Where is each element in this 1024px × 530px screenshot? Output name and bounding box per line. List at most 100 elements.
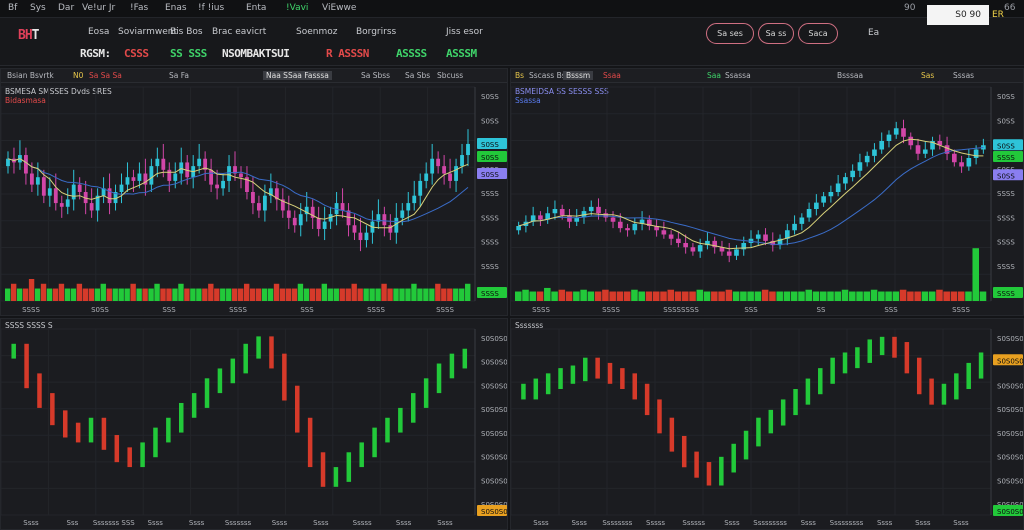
chart-panel-bottom-left[interactable]: SSSS SSSS S S0S0S0 S0S0S0 S0S0S0 S0S0S0 S0S0… bbox=[0, 318, 508, 530]
candle-body bbox=[364, 232, 369, 241]
volume-bar bbox=[812, 291, 820, 301]
time-tick-label: SSSS bbox=[602, 306, 620, 314]
price-bar bbox=[681, 435, 687, 468]
menu-bar: Bf Sys Dar Ve!ur Jr !Fas Enas !f !ius En… bbox=[0, 0, 1024, 18]
volume-bar bbox=[345, 288, 351, 301]
candle-body bbox=[298, 214, 303, 226]
volume-bar bbox=[957, 291, 965, 301]
candle-body bbox=[209, 169, 214, 185]
ticker-0[interactable]: RGSM: bbox=[80, 47, 111, 60]
candle-body bbox=[552, 209, 558, 214]
menu-item-7[interactable]: Enta bbox=[246, 3, 266, 13]
toolbar-tool-2[interactable]: Bis Bos bbox=[170, 27, 203, 37]
toolbar-tool-5[interactable]: Borgrirss bbox=[356, 27, 396, 37]
price-tick-label: SSSS bbox=[481, 239, 499, 247]
ticker-5[interactable]: ASSSS bbox=[396, 47, 427, 60]
volume-bar bbox=[369, 288, 375, 301]
pill-button-2[interactable]: Saca bbox=[798, 23, 838, 44]
price-tick-label: SSSS bbox=[997, 214, 1015, 222]
menu-item-3[interactable]: Ve!ur Jr bbox=[82, 3, 115, 13]
time-tick-label: Sssssssss bbox=[753, 519, 787, 527]
candle-body bbox=[125, 177, 130, 185]
price-input[interactable]: S0 90 bbox=[927, 5, 989, 25]
price-bar bbox=[230, 358, 236, 384]
ticker-1[interactable]: CSSS bbox=[124, 47, 149, 60]
time-tick-label: Ssss bbox=[189, 519, 205, 527]
volume-bar bbox=[261, 288, 268, 301]
price-bar bbox=[620, 368, 625, 389]
volume-bar bbox=[58, 283, 65, 301]
candle-body bbox=[806, 209, 812, 218]
candle-body bbox=[251, 192, 255, 204]
chart-canvas[interactable]: S0SSS0SSSSSSS0SSSSSSSSSSSSSSSSSSSSSSS0SS… bbox=[511, 69, 1024, 316]
price-bar bbox=[916, 357, 922, 395]
ticker-6[interactable]: ASSSM bbox=[446, 47, 477, 60]
ticker-2[interactable]: SS SSS bbox=[170, 47, 207, 60]
chart-canvas[interactable]: S0S0S0 S0S0S0 S0S0S0 S0S0S0 S0S0S0 S0S0S0 S0S0… bbox=[1, 319, 508, 530]
chart-panel-top-right[interactable]: Bs Sscass Bs Bsssm Ssaa Saa Ssassa Bsssa… bbox=[510, 68, 1024, 316]
chart-canvas[interactable]: S0S0S0 S0S0S0 S0S0S0 S0S0S0 S0S0S0 S0S0S0 S0S0… bbox=[511, 319, 1024, 530]
menu-item-4[interactable]: !Fas bbox=[130, 3, 148, 13]
menu-item-5[interactable]: Enas bbox=[165, 3, 187, 13]
price-bar bbox=[295, 385, 300, 433]
volume-bar bbox=[459, 288, 465, 301]
time-tick-label: SSS bbox=[884, 306, 898, 314]
toolbar-tool-0[interactable]: Eosa bbox=[88, 27, 109, 37]
candle-body bbox=[442, 166, 447, 174]
app-logo: BHT bbox=[18, 28, 60, 48]
chart-canvas[interactable]: S0SSS0SSSSSSS0SSSSSSSSSSSSSSSSSSSSSSS0SS… bbox=[1, 69, 508, 316]
candle-body bbox=[603, 213, 609, 218]
volume-bar bbox=[447, 288, 453, 301]
price-tick-label: SSSS bbox=[997, 263, 1015, 271]
volume-bar bbox=[118, 288, 124, 301]
candle-body bbox=[625, 228, 630, 231]
volume-bar bbox=[441, 288, 447, 301]
volume-bar bbox=[790, 291, 798, 301]
toolbar-tool-4[interactable]: Soenmoz bbox=[296, 27, 337, 37]
chart-panel-top-left[interactable]: Bsian Bsvrtk N0 Sa Sa Sa Sa Fa Naa SSaa … bbox=[0, 68, 508, 316]
menu-item-2[interactable]: Dar bbox=[58, 3, 74, 13]
price-bar bbox=[892, 336, 897, 358]
menu-item-8[interactable]: !Vavi bbox=[286, 3, 308, 13]
pill-button-0[interactable]: Sa ses bbox=[706, 23, 754, 44]
toolbar: BHT Eosa Soviarmwent Bis Bos Brac eavicr… bbox=[0, 18, 1024, 66]
candle-body bbox=[149, 166, 154, 185]
menu-item-9[interactable]: ViEwwe bbox=[322, 3, 356, 13]
volume-bar bbox=[190, 288, 196, 301]
menu-item-0[interactable]: Bf bbox=[8, 3, 17, 13]
time-tick-label: SSSS bbox=[229, 306, 247, 314]
candle-body bbox=[516, 226, 521, 231]
toolbar-right-label: Ea bbox=[868, 28, 880, 38]
price-bar bbox=[204, 378, 210, 408]
price-bar bbox=[256, 336, 261, 359]
ticker-3[interactable]: NSOMBAKTSUI bbox=[222, 47, 290, 60]
chart-panel-bottom-right[interactable]: Sssssss S0S0S0 S0S0S0 S0S0S0 S0S0S0 S0S0S0 S0… bbox=[510, 318, 1024, 530]
volume-bar bbox=[40, 283, 47, 301]
time-tick-label: Ssss bbox=[23, 519, 39, 527]
time-tick-label: Ssss bbox=[801, 519, 817, 527]
volume-bar bbox=[202, 288, 208, 301]
price-bar bbox=[558, 368, 563, 389]
price-bar bbox=[37, 373, 42, 408]
ticker-4[interactable]: R ASSSN bbox=[326, 47, 369, 60]
volume-bar bbox=[405, 288, 411, 301]
candle-body bbox=[850, 170, 855, 178]
volume-bar bbox=[321, 283, 328, 301]
time-tick-label: Sssss bbox=[353, 519, 372, 527]
volume-bar bbox=[616, 291, 624, 301]
volume-bar bbox=[652, 291, 660, 301]
candle-body bbox=[454, 166, 458, 181]
menu-item-6[interactable]: !f !ius bbox=[198, 3, 224, 13]
pill-button-1[interactable]: Sa ss bbox=[758, 23, 794, 44]
price-bar bbox=[449, 353, 455, 379]
toolbar-tool-3[interactable]: Brac eavicrt bbox=[212, 27, 266, 37]
price-bar bbox=[780, 399, 786, 426]
candle-body bbox=[690, 247, 696, 252]
menu-item-1[interactable]: Sys bbox=[30, 3, 46, 13]
candle-body bbox=[256, 203, 261, 211]
toolbar-tool-6[interactable]: Jiss esor bbox=[446, 27, 483, 37]
toolbar-tool-1[interactable]: Soviarmwent bbox=[118, 27, 177, 37]
candle-body bbox=[436, 158, 441, 167]
price-highlight-label: SSSS bbox=[481, 290, 499, 298]
time-tick-label: SSSSSSSS bbox=[663, 306, 699, 314]
